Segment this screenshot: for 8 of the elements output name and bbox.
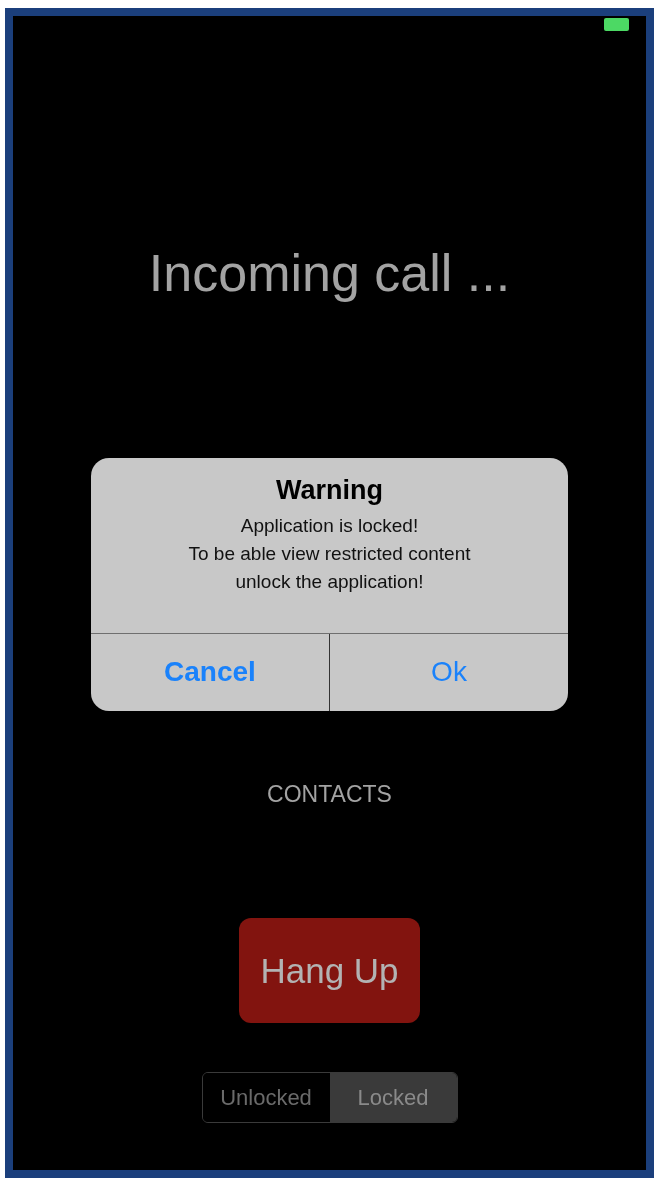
contacts-link[interactable]: CONTACTS — [267, 776, 392, 812]
hang-up-button[interactable]: Hang Up — [239, 918, 420, 1024]
battery-icon — [604, 18, 629, 31]
segment-tab[interactable]: Locked — [329, 1073, 457, 1123]
alert-message: Application is locked! To be able view restricted content unlock the application! — [188, 513, 471, 594]
alert-button[interactable]: Ok — [329, 633, 568, 711]
alert-title: Warning — [276, 474, 383, 507]
alert-button[interactable]: Cancel — [91, 633, 329, 711]
